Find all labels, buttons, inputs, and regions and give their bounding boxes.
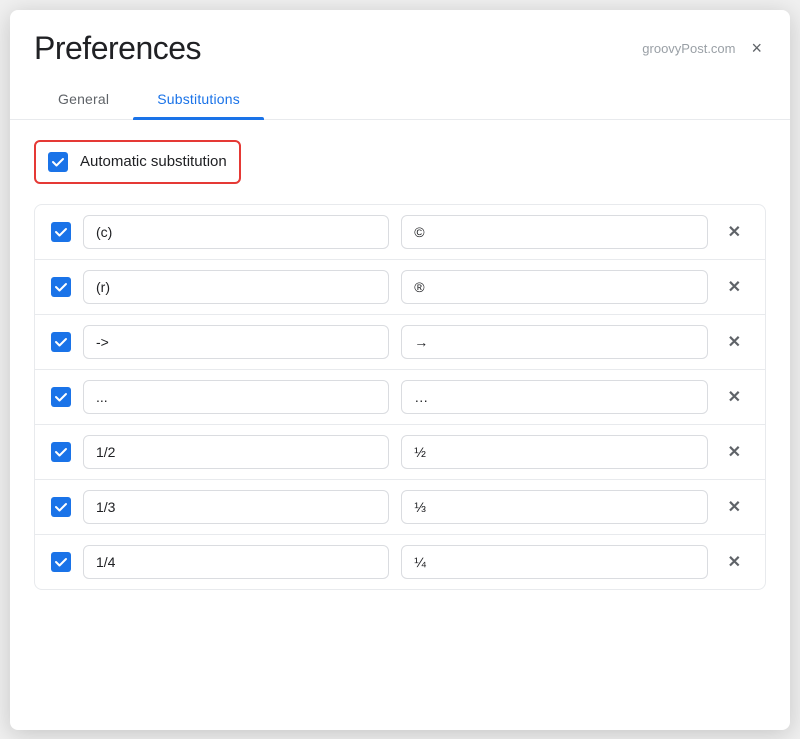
from-input[interactable]: [83, 435, 389, 469]
row-checkbox[interactable]: [51, 552, 71, 572]
delete-button[interactable]: ✕: [720, 548, 749, 576]
row-checkbox[interactable]: [51, 387, 71, 407]
from-input[interactable]: [83, 270, 389, 304]
checkmark-icon: [54, 335, 68, 349]
tab-substitutions[interactable]: Substitutions: [133, 79, 264, 119]
row-checkbox[interactable]: [51, 442, 71, 462]
to-input[interactable]: [401, 435, 707, 469]
delete-button[interactable]: ✕: [720, 383, 749, 411]
to-input[interactable]: [401, 270, 707, 304]
table-row: ✕: [35, 370, 765, 425]
checkmark-icon: [54, 500, 68, 514]
table-row: ✕: [35, 425, 765, 480]
auto-substitution-checkbox[interactable]: [48, 152, 68, 172]
checkmark-icon: [54, 280, 68, 294]
dialog-header: Preferences groovyPost.com ×: [10, 10, 790, 75]
checkmark-icon: [54, 555, 68, 569]
from-input[interactable]: [83, 325, 389, 359]
delete-button[interactable]: ✕: [720, 493, 749, 521]
to-input[interactable]: [401, 325, 707, 359]
auto-substitution-label: Automatic substitution: [80, 153, 227, 170]
row-checkbox[interactable]: [51, 277, 71, 297]
from-input[interactable]: [83, 215, 389, 249]
table-row: ✕: [35, 480, 765, 535]
table-row: ✕: [35, 205, 765, 260]
checkmark-icon: [54, 445, 68, 459]
close-button[interactable]: ×: [747, 34, 766, 63]
auto-substitution-row: Automatic substitution: [34, 140, 241, 184]
substitutions-table: ✕ ✕ ✕ ✕ ✕ ✕ ✕: [34, 204, 766, 590]
to-input[interactable]: [401, 215, 707, 249]
row-checkbox[interactable]: [51, 332, 71, 352]
table-row: ✕: [35, 535, 765, 589]
substitutions-scroll[interactable]: ✕ ✕ ✕ ✕ ✕ ✕ ✕: [35, 205, 765, 589]
from-input[interactable]: [83, 545, 389, 579]
checkmark-icon: [51, 155, 65, 169]
checkmark-icon: [54, 390, 68, 404]
from-input[interactable]: [83, 380, 389, 414]
tab-general[interactable]: General: [34, 79, 133, 119]
delete-button[interactable]: ✕: [720, 218, 749, 246]
to-input[interactable]: [401, 490, 707, 524]
delete-button[interactable]: ✕: [720, 438, 749, 466]
watermark: groovyPost.com: [642, 41, 735, 56]
delete-button[interactable]: ✕: [720, 328, 749, 356]
tab-content: Automatic substitution ✕ ✕ ✕ ✕ ✕ ✕ ✕: [10, 120, 790, 610]
delete-button[interactable]: ✕: [720, 273, 749, 301]
preferences-dialog: Preferences groovyPost.com × General Sub…: [10, 10, 790, 730]
dialog-title: Preferences: [34, 30, 201, 67]
checkmark-icon: [54, 225, 68, 239]
header-right: groovyPost.com ×: [642, 34, 766, 63]
to-input[interactable]: [401, 545, 707, 579]
from-input[interactable]: [83, 490, 389, 524]
tab-bar: General Substitutions: [10, 79, 790, 120]
table-row: ✕: [35, 315, 765, 370]
to-input[interactable]: [401, 380, 707, 414]
table-row: ✕: [35, 260, 765, 315]
row-checkbox[interactable]: [51, 222, 71, 242]
row-checkbox[interactable]: [51, 497, 71, 517]
